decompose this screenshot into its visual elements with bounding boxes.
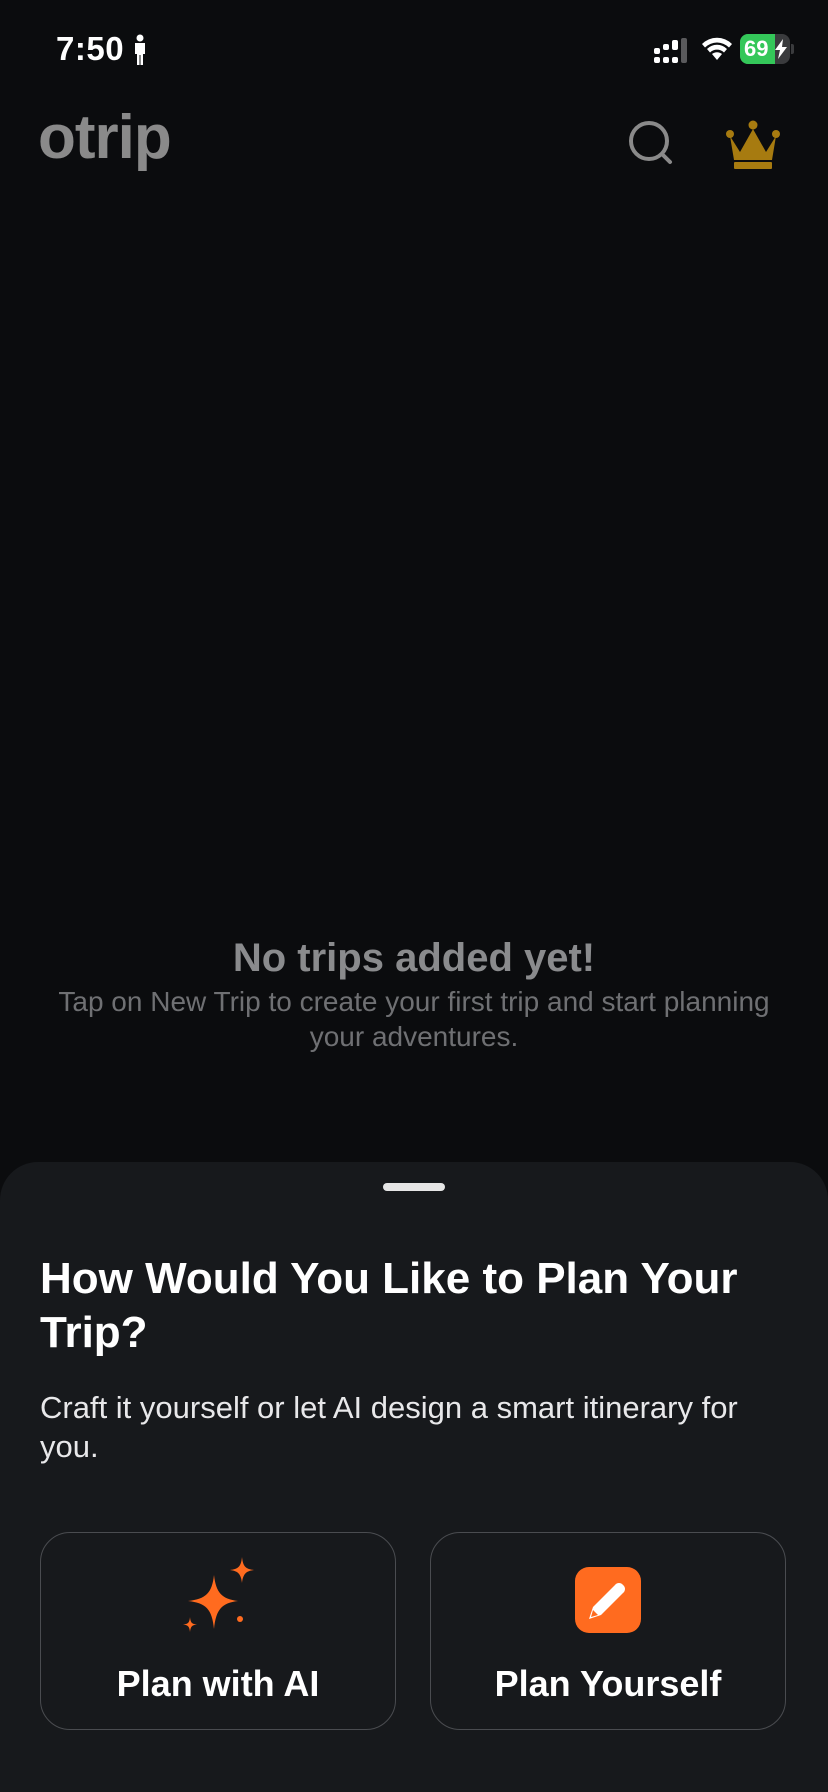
sheet-title: How Would You Like to Plan Your Trip? [40,1254,738,1357]
status-bar: 7:50 69 [0,0,828,100]
sheet-drag-handle[interactable] [383,1183,445,1191]
app-screen: 7:50 69 otrip No trips added yet! Tap on… [0,0,828,1792]
search-icon[interactable] [626,118,676,168]
app-logo: otrip [38,103,172,172]
charging-bolt-icon [775,39,787,59]
person-icon [135,34,145,65]
wifi-icon [702,37,732,60]
pencil-icon [589,1583,625,1619]
sheet-subtitle: Craft it yourself or let AI design a sma… [40,1390,738,1464]
battery-cap [791,44,794,54]
battery-level: 69 [744,36,769,61]
battery-indicator: 69 [740,34,794,64]
plan-with-ai-button[interactable]: Plan with AI [40,1532,396,1730]
crown-icon[interactable] [726,120,780,170]
plan-trip-sheet: How Would You Like to Plan Your Trip? Cr… [0,1162,828,1792]
plan-with-ai-label: Plan with AI [116,1663,320,1704]
status-time: 7:50 [56,30,125,67]
edit-icon [575,1567,641,1633]
signal-icon [654,38,687,63]
empty-state-title: No trips added yet! [232,936,596,980]
battery-body: 69 [740,34,790,64]
sparkles-icon [183,1557,254,1632]
empty-state-subtitle: Tap on New Trip to create your first tri… [58,986,770,1052]
plan-yourself-label: Plan Yourself [494,1663,722,1704]
plan-yourself-button[interactable]: Plan Yourself [430,1532,786,1730]
